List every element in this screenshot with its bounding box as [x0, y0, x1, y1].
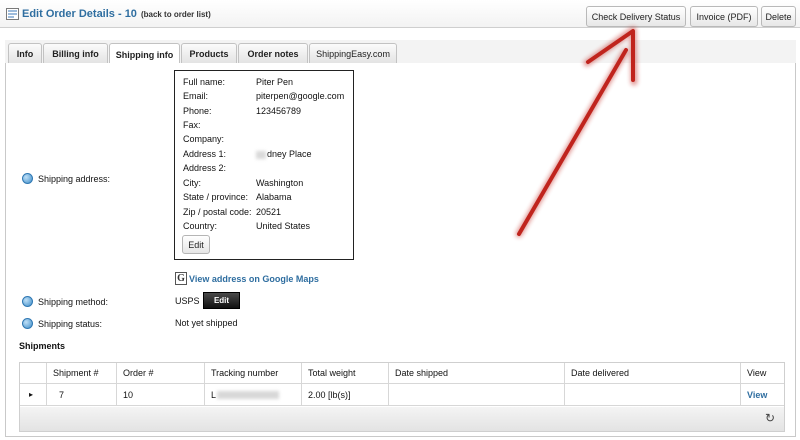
shipping-address-box: Full name: Piter Pen Email: piterpen@goo…: [174, 70, 354, 260]
tab-info[interactable]: Info: [8, 43, 42, 64]
check-delivery-status-button[interactable]: Check Delivery Status: [586, 6, 686, 27]
shipping-status-label: Shipping status:: [38, 318, 103, 329]
phone-label: Phone:: [183, 106, 212, 116]
info-icon: [22, 318, 33, 329]
email-label: Email:: [183, 91, 209, 101]
phone-value: 123456789: [256, 106, 302, 116]
address1-label: Address 1:: [183, 149, 227, 159]
redacted-text: [256, 150, 266, 159]
city-value: Washington: [256, 178, 304, 188]
column-header-shipment[interactable]: Shipment #: [47, 363, 117, 383]
column-header-date-delivered[interactable]: Date delivered: [565, 363, 741, 383]
tab-shipping-info[interactable]: Shipping info: [109, 43, 180, 65]
address1-value: dney Place: [256, 149, 312, 159]
refresh-icon[interactable]: ↻: [765, 411, 775, 425]
column-header-weight[interactable]: Total weight: [302, 363, 389, 383]
shipping-method-value: USPS: [175, 296, 200, 306]
tab-order-notes[interactable]: Order notes: [238, 43, 308, 64]
shipping-address-row-label: Shipping address:: [22, 173, 110, 184]
date-shipped-cell: [389, 384, 565, 405]
tab-bar: Info Billing info Shipping info Products…: [5, 40, 796, 65]
page-title-area: Edit Order Details - 10 (back to order l…: [6, 8, 211, 20]
city-label: City:: [183, 178, 201, 188]
tracking-number-cell: L: [205, 384, 302, 405]
tracking-number-prefix: L: [211, 389, 217, 400]
shipping-status-row-label: Shipping status:: [22, 318, 102, 329]
table-footer: ↻: [20, 407, 784, 431]
view-on-google-maps-label: View address on Google Maps: [189, 273, 319, 284]
total-weight-cell: 2.00 [lb(s)]: [302, 384, 389, 405]
shipping-status-value: Not yet shipped: [175, 318, 238, 328]
country-value: United States: [256, 221, 311, 231]
delete-button[interactable]: Delete: [761, 6, 796, 27]
zip-label: Zip / postal code:: [183, 207, 252, 217]
tab-billing-info[interactable]: Billing info: [43, 43, 108, 64]
table-row: ▸ 7 10 L 2.00 [lb(s)] View: [20, 384, 784, 406]
order-number-cell: 10: [117, 384, 205, 405]
view-shipment-link[interactable]: View: [747, 390, 767, 400]
page-header: Edit Order Details - 10 (back to order l…: [0, 0, 800, 28]
tab-shippingeasy[interactable]: ShippingEasy.com: [309, 43, 397, 64]
table-header-row: Shipment # Order # Tracking number Total…: [20, 363, 784, 384]
tab-products[interactable]: Products: [181, 43, 237, 64]
column-header-tracking[interactable]: Tracking number: [205, 363, 302, 383]
shipments-table: Shipment # Order # Tracking number Total…: [19, 362, 785, 432]
shipping-method-label: Shipping method:: [38, 296, 109, 307]
shipment-number-cell: 7: [47, 384, 117, 405]
email-value: piterpen@google.com: [256, 91, 345, 101]
view-cell: View: [741, 384, 784, 405]
country-label: Country:: [183, 221, 218, 231]
shipping-method-row-label: Shipping method:: [22, 296, 108, 307]
row-expand-toggle[interactable]: ▸: [20, 384, 47, 405]
order-edit-icon: [6, 8, 19, 20]
back-to-order-list-link[interactable]: (back to order list): [141, 10, 211, 19]
column-header-order[interactable]: Order #: [117, 363, 205, 383]
full-name-label: Full name:: [183, 77, 226, 87]
edit-address-button[interactable]: Edit: [182, 235, 210, 254]
page-title: Edit Order Details - 10: [22, 8, 137, 20]
shipments-heading: Shipments: [19, 341, 66, 351]
fax-label: Fax:: [183, 120, 201, 130]
redacted-text: [217, 390, 280, 399]
info-icon: [22, 296, 33, 307]
full-name-value: Piter Pen: [256, 77, 294, 87]
column-header-view: View: [747, 368, 767, 378]
column-header-expander: [20, 363, 47, 383]
address2-label: Address 2:: [183, 163, 227, 173]
company-label: Company:: [183, 134, 225, 144]
edit-shipping-method-button[interactable]: Edit: [203, 292, 240, 309]
date-delivered-cell: [565, 384, 741, 405]
zip-value: 20521: [256, 207, 282, 217]
state-label: State / province:: [183, 192, 249, 202]
google-maps-icon: G: [175, 272, 187, 285]
shipping-address-label: Shipping address:: [38, 173, 111, 184]
state-value: Alabama: [256, 192, 292, 202]
column-header-date-shipped[interactable]: Date shipped: [389, 363, 565, 383]
info-icon: [22, 173, 33, 184]
view-on-google-maps-link[interactable]: G View address on Google Maps: [175, 272, 319, 285]
invoice-pdf-button[interactable]: Invoice (PDF): [690, 6, 758, 27]
